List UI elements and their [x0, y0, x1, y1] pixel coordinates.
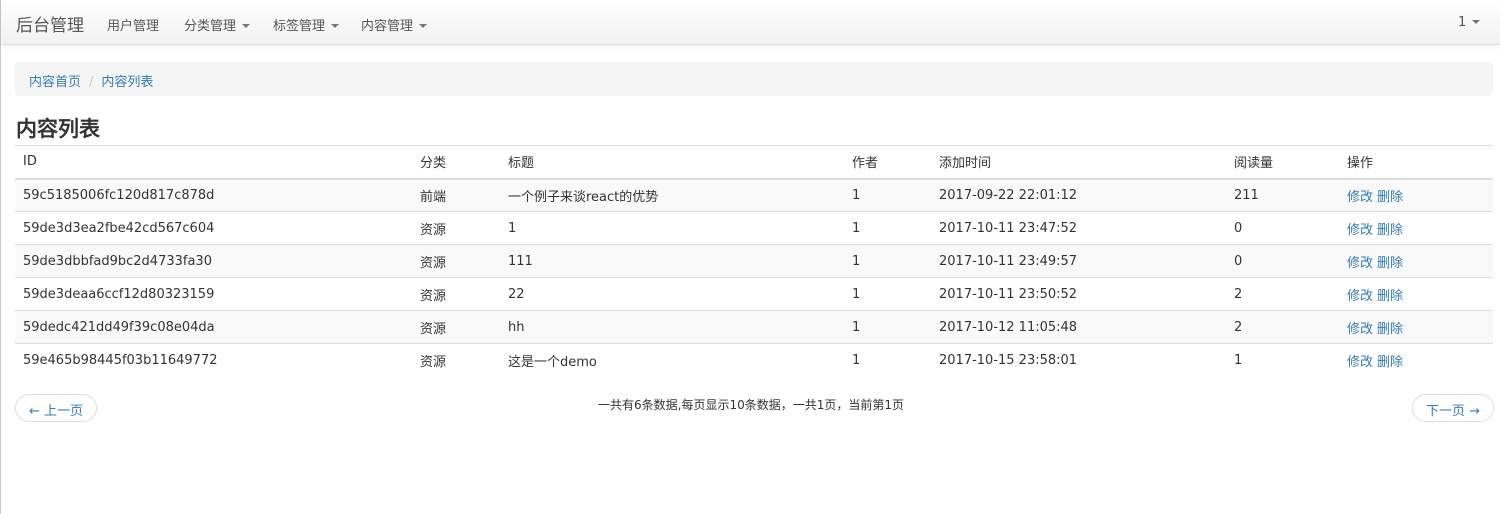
chevron-down-icon — [1472, 19, 1481, 24]
delete-link[interactable]: 删除 — [1377, 223, 1403, 238]
breadcrumb: 内容首页 / 内容列表 — [15, 62, 1493, 96]
breadcrumb-separator: / — [89, 75, 94, 90]
cell-views: 2 — [1226, 310, 1339, 344]
delete-link[interactable]: 删除 — [1377, 256, 1403, 271]
cell-views: 211 — [1226, 178, 1339, 212]
cell-title: 一个例子来谈react的优势 — [500, 178, 844, 212]
nav-category-management[interactable]: 分类管理 — [184, 15, 251, 34]
page-title: 内容列表 — [16, 117, 100, 141]
breadcrumb-current-link[interactable]: 内容列表 — [101, 75, 153, 90]
cell-category: 资源 — [412, 277, 500, 311]
chevron-down-icon — [242, 23, 251, 28]
nav-category-label: 分类管理 — [184, 19, 237, 34]
cell-category: 资源 — [412, 310, 500, 344]
cell-views: 2 — [1226, 277, 1339, 311]
pagination-info: 一共有6条数据,每页显示10条数据，一共1页，当前第1页 — [598, 398, 904, 412]
cell-category: 资源 — [412, 244, 500, 278]
cell-title: 111 — [500, 244, 844, 278]
cell-category: 前端 — [412, 178, 500, 212]
cell-id: 59c5185006fc120d817c878d — [15, 178, 412, 212]
table-row: 59de3deaa6ccf12d80323159 资源 22 1 2017-10… — [15, 277, 1493, 311]
cell-time: 2017-10-15 23:58:01 — [931, 343, 1226, 377]
edit-link[interactable]: 修改 — [1347, 190, 1373, 205]
table-row: 59c5185006fc120d817c878d 前端 一个例子来谈react的… — [15, 178, 1493, 212]
cell-time: 2017-10-11 23:49:57 — [931, 244, 1226, 278]
nav-tag-label: 标签管理 — [273, 19, 326, 34]
edit-link[interactable]: 修改 — [1347, 289, 1373, 304]
cell-id: 59e465b98445f03b11649772 — [15, 343, 412, 377]
delete-link[interactable]: 删除 — [1377, 289, 1403, 304]
chevron-down-icon — [331, 23, 340, 28]
table-header-row: ID 分类 标题 作者 添加时间 阅读量 操作 — [15, 145, 1493, 180]
column-header-actions: 操作 — [1339, 145, 1493, 180]
cell-author: 1 — [844, 244, 931, 278]
cell-category: 资源 — [412, 211, 500, 245]
user-name: 1 — [1458, 15, 1467, 30]
nav-content-label: 内容管理 — [361, 19, 414, 34]
cell-actions: 修改 删除 — [1339, 211, 1493, 245]
nav-tag-management[interactable]: 标签管理 — [273, 15, 340, 34]
cell-author: 1 — [844, 277, 931, 311]
table-row: 59de3d3ea2fbe42cd567c604 资源 1 1 2017-10-… — [15, 211, 1493, 245]
previous-page-button[interactable]: ← 上一页 — [15, 394, 98, 422]
chevron-down-icon — [419, 23, 428, 28]
nav-user-management[interactable]: 用户管理 — [107, 15, 159, 34]
cell-title: 这是一个demo — [500, 343, 844, 377]
column-header-author: 作者 — [844, 145, 931, 180]
edit-link[interactable]: 修改 — [1347, 322, 1373, 337]
delete-link[interactable]: 删除 — [1377, 322, 1403, 337]
column-header-views: 阅读量 — [1226, 145, 1339, 180]
cell-author: 1 — [844, 343, 931, 377]
column-header-category: 分类 — [412, 145, 500, 180]
cell-category: 资源 — [412, 343, 500, 377]
breadcrumb-home-link[interactable]: 内容首页 — [29, 75, 81, 90]
cell-views: 0 — [1226, 211, 1339, 245]
cell-time: 2017-10-12 11:05:48 — [931, 310, 1226, 344]
cell-id: 59de3deaa6ccf12d80323159 — [15, 277, 412, 311]
delete-link[interactable]: 删除 — [1377, 355, 1403, 370]
delete-link[interactable]: 删除 — [1377, 190, 1403, 205]
cell-actions: 修改 删除 — [1339, 244, 1493, 278]
table-row: 59dedc421dd49f39c08e04da 资源 hh 1 2017-10… — [15, 310, 1493, 344]
cell-id: 59dedc421dd49f39c08e04da — [15, 310, 412, 344]
cell-time: 2017-10-11 23:47:52 — [931, 211, 1226, 245]
cell-id: 59de3d3ea2fbe42cd567c604 — [15, 211, 412, 245]
edit-link[interactable]: 修改 — [1347, 256, 1373, 271]
cell-actions: 修改 删除 — [1339, 178, 1493, 212]
cell-id: 59de3dbbfad9bc2d4733fa30 — [15, 244, 412, 278]
cell-time: 2017-09-22 22:01:12 — [931, 178, 1226, 212]
edit-link[interactable]: 修改 — [1347, 223, 1373, 238]
cell-actions: 修改 删除 — [1339, 277, 1493, 311]
column-header-id: ID — [15, 145, 412, 180]
edit-link[interactable]: 修改 — [1347, 355, 1373, 370]
cell-actions: 修改 删除 — [1339, 343, 1493, 377]
brand-title[interactable]: 后台管理 — [16, 11, 84, 36]
cell-time: 2017-10-11 23:50:52 — [931, 277, 1226, 311]
top-navbar: 后台管理 用户管理 分类管理 标签管理 内容管理 1 — [1, 0, 1500, 45]
column-header-time: 添加时间 — [931, 145, 1226, 180]
cell-author: 1 — [844, 178, 931, 212]
content-table: ID 分类 标题 作者 添加时间 阅读量 操作 59c5185006fc120d… — [15, 145, 1493, 377]
cell-title: hh — [500, 310, 844, 344]
cell-views: 0 — [1226, 244, 1339, 278]
table-row: 59de3dbbfad9bc2d4733fa30 资源 111 1 2017-1… — [15, 244, 1493, 278]
nav-content-management[interactable]: 内容管理 — [361, 15, 428, 34]
cell-author: 1 — [844, 211, 931, 245]
cell-title: 1 — [500, 211, 844, 245]
column-header-title: 标题 — [500, 145, 844, 180]
user-menu[interactable]: 1 — [1458, 15, 1481, 30]
cell-author: 1 — [844, 310, 931, 344]
cell-actions: 修改 删除 — [1339, 310, 1493, 344]
table-row: 59e465b98445f03b11649772 资源 这是一个demo 1 2… — [15, 343, 1493, 377]
cell-title: 22 — [500, 277, 844, 311]
cell-views: 1 — [1226, 343, 1339, 377]
next-page-button[interactable]: 下一页 → — [1412, 394, 1495, 422]
